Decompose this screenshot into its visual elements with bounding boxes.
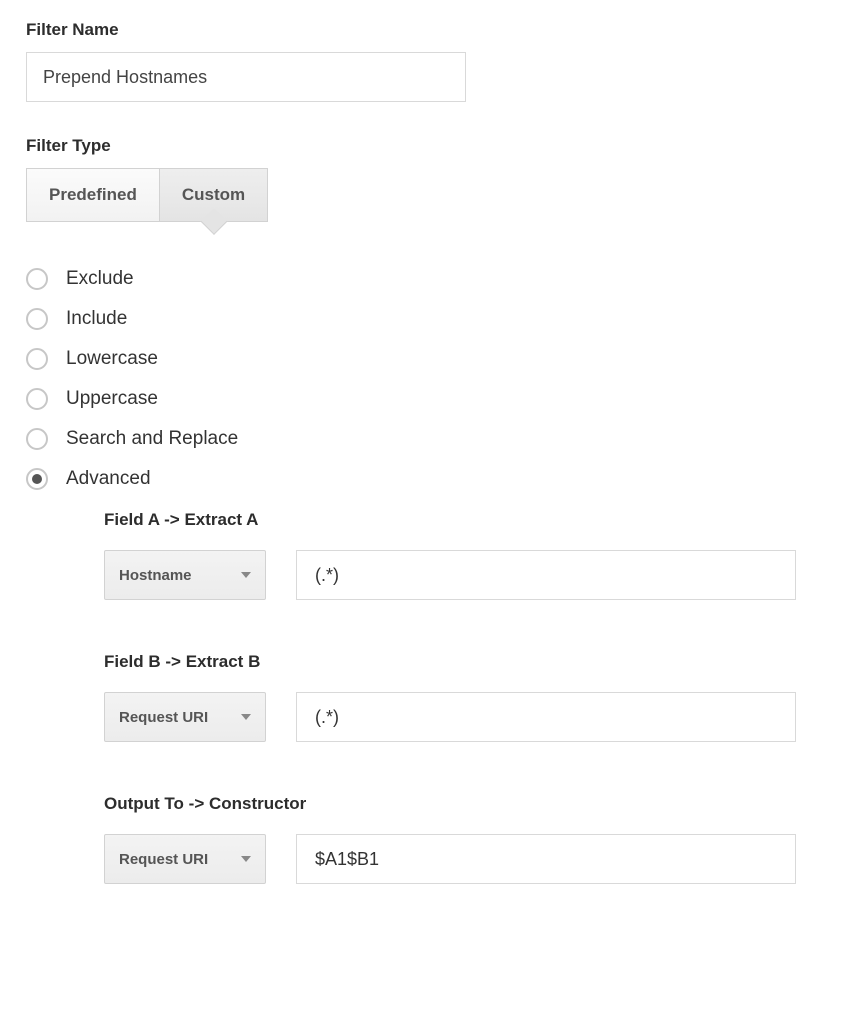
radio-include-label: Include — [66, 308, 127, 330]
filter-type-tabbar: Predefined Custom — [26, 168, 268, 222]
radio-lowercase-label: Lowercase — [66, 348, 158, 370]
caret-down-icon — [241, 714, 251, 720]
field-a-heading: Field A -> Extract A — [104, 510, 840, 530]
radio-advanced-label: Advanced — [66, 468, 151, 490]
tab-custom-label: Custom — [182, 185, 245, 205]
radio-uppercase-label: Uppercase — [66, 388, 158, 410]
radio-advanced[interactable]: Advanced — [26, 468, 840, 490]
radio-icon — [26, 388, 48, 410]
radio-search-and-replace[interactable]: Search and Replace — [26, 428, 840, 450]
filter-name-label: Filter Name — [26, 20, 840, 40]
output-to-heading: Output To -> Constructor — [104, 794, 840, 814]
field-b-select[interactable]: Request URI — [104, 692, 266, 742]
field-b-input[interactable] — [296, 692, 796, 742]
radio-exclude[interactable]: Exclude — [26, 268, 840, 290]
output-to-select[interactable]: Request URI — [104, 834, 266, 884]
radio-icon — [26, 348, 48, 370]
advanced-section: Field A -> Extract A Hostname Field B ->… — [104, 510, 840, 884]
radio-lowercase[interactable]: Lowercase — [26, 348, 840, 370]
filter-type-label: Filter Type — [26, 136, 840, 156]
radio-icon — [26, 308, 48, 330]
field-a-select-label: Hostname — [119, 567, 192, 584]
radio-icon — [26, 468, 48, 490]
radio-search-and-replace-label: Search and Replace — [66, 428, 238, 450]
output-to-input[interactable] — [296, 834, 796, 884]
tab-predefined-label: Predefined — [49, 185, 137, 205]
caret-down-icon — [241, 856, 251, 862]
field-b-heading: Field B -> Extract B — [104, 652, 840, 672]
filter-subtype-radio-group: Exclude Include Lowercase Uppercase Sear… — [26, 268, 840, 490]
field-a-input[interactable] — [296, 550, 796, 600]
output-to-select-label: Request URI — [119, 851, 208, 868]
radio-icon — [26, 268, 48, 290]
tab-custom[interactable]: Custom — [159, 168, 268, 222]
caret-down-icon — [241, 572, 251, 578]
tab-predefined[interactable]: Predefined — [26, 168, 159, 222]
field-a-select[interactable]: Hostname — [104, 550, 266, 600]
radio-uppercase[interactable]: Uppercase — [26, 388, 840, 410]
radio-exclude-label: Exclude — [66, 268, 134, 290]
radio-icon — [26, 428, 48, 450]
radio-include[interactable]: Include — [26, 308, 840, 330]
filter-name-input[interactable] — [26, 52, 466, 102]
field-b-select-label: Request URI — [119, 709, 208, 726]
